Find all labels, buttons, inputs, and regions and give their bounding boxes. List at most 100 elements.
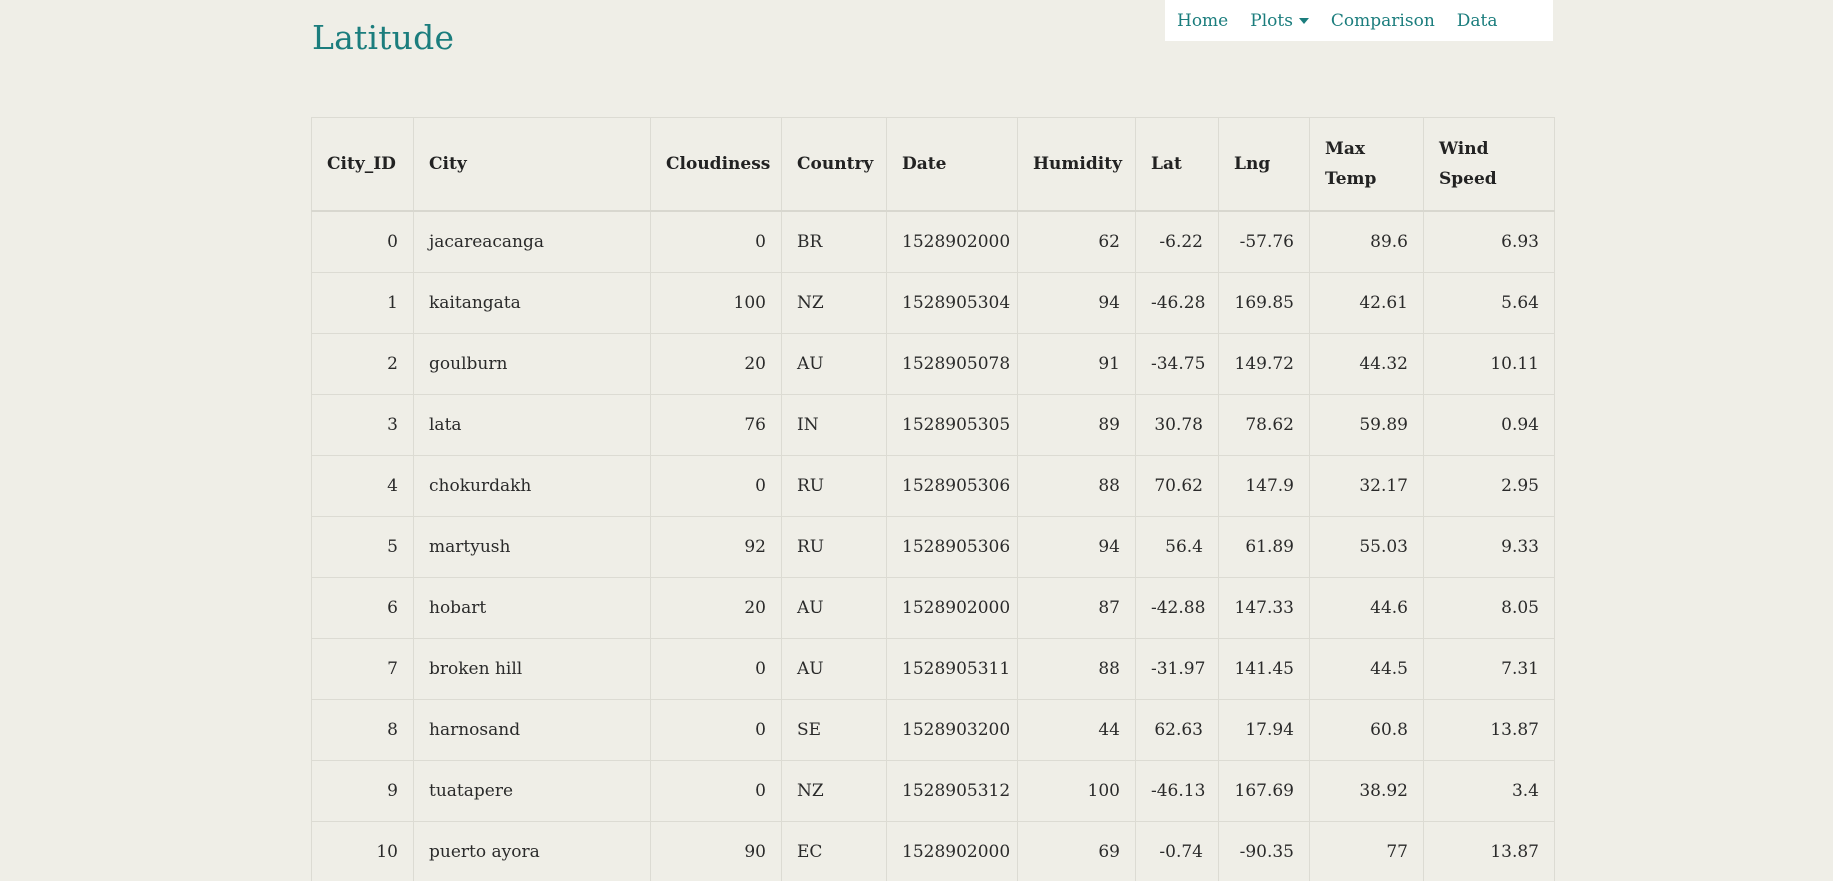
header-row: City_ID City Cloudiness Country Date Hum… [311,117,1555,212]
cell-lat: -42.88 [1135,577,1219,639]
cell-city-id: 8 [311,699,414,761]
cell-country: AU [781,638,887,700]
cell-country: AU [781,577,887,639]
cell-city-id: 5 [311,516,414,578]
cell-city-id: 6 [311,577,414,639]
navbar: Home Plots Comparison Data [1165,0,1553,41]
table-row: 3 lata 76 IN 1528905305 89 30.78 78.62 59.89 0.94 [311,394,1555,456]
cell-wind-speed: 8.05 [1423,577,1555,639]
cell-max-temp: 60.8 [1309,699,1424,761]
cell-lat: 70.62 [1135,455,1219,517]
cell-wind-speed: 9.33 [1423,516,1555,578]
cell-lng: 147.33 [1218,577,1310,639]
cell-city: goulburn [413,333,651,395]
nav-comparison-link[interactable]: Comparison [1331,11,1435,31]
cell-wind-speed: 0.94 [1423,394,1555,456]
cell-lat: -0.74 [1135,821,1219,881]
cell-max-temp: 42.61 [1309,272,1424,334]
cell-cloudiness: 100 [650,272,782,334]
cell-humidity: 100 [1017,760,1136,822]
table-row: 4 chokurdakh 0 RU 1528905306 88 70.62 147.9 32.1… [311,455,1555,517]
header-lat: Lat [1135,117,1219,212]
cell-city: lata [413,394,651,456]
cell-lng: 149.72 [1218,333,1310,395]
cell-date: 1528905306 [886,455,1018,517]
cell-wind-speed: 2.95 [1423,455,1555,517]
cell-city: kaitangata [413,272,651,334]
nav-data-link[interactable]: Data [1457,11,1498,31]
nav-comparison-label: Comparison [1330,10,1435,31]
cell-city: tuatapere [413,760,651,822]
cell-lng: 17.94 [1218,699,1310,761]
cell-max-temp: 38.92 [1309,760,1424,822]
nav-home-label: Home [1177,10,1229,31]
cell-city-id: 2 [311,333,414,395]
cell-country: SE [781,699,887,761]
cell-cloudiness: 20 [650,577,782,639]
header-max-temp: Max Temp [1309,117,1424,212]
cell-max-temp: 55.03 [1309,516,1424,578]
cell-wind-speed: 13.87 [1423,699,1555,761]
cell-max-temp: 89.6 [1309,210,1424,273]
cell-wind-speed: 6.93 [1423,210,1555,273]
cell-date: 1528905304 [886,272,1018,334]
cell-lng: 169.85 [1218,272,1310,334]
nav-plots-label: Plots [1250,10,1293,31]
cell-wind-speed: 10.11 [1423,333,1555,395]
cell-city-id: 0 [311,210,414,273]
cell-wind-speed: 5.64 [1423,272,1555,334]
cell-city-id: 1 [311,272,414,334]
cell-cloudiness: 90 [650,821,782,881]
header-country: Country [781,117,887,212]
cell-max-temp: 59.89 [1309,394,1424,456]
table-row: 1 kaitangata 100 NZ 1528905304 94 -46.28 169.85… [311,272,1555,334]
header-date: Date [886,117,1018,212]
cell-max-temp: 77 [1309,821,1424,881]
cell-country: NZ [781,272,887,334]
cell-cloudiness: 76 [650,394,782,456]
cell-lat: 30.78 [1135,394,1219,456]
cell-max-temp: 44.5 [1309,638,1424,700]
cell-country: BR [781,210,887,273]
cell-date: 1528902000 [886,210,1018,273]
cell-city: hobart [413,577,651,639]
cell-city-id: 10 [311,821,414,881]
caret-down-icon [1298,18,1309,24]
city-weather-table: City_ID City Cloudiness Country Date Hum… [311,117,1555,881]
cell-country: RU [781,455,887,517]
cell-humidity: 69 [1017,821,1136,881]
cell-humidity: 44 [1017,699,1136,761]
cell-lng: 78.62 [1218,394,1310,456]
cell-cloudiness: 0 [650,638,782,700]
cell-city-id: 3 [311,394,414,456]
table-row: 9 tuatapere 0 NZ 1528905312 100 -46.13 167.69 38… [311,760,1555,822]
cell-date: 1528905305 [886,394,1018,456]
cell-city: broken hill [413,638,651,700]
cell-lng: -57.76 [1218,210,1310,273]
cell-country: NZ [781,760,887,822]
cell-country: RU [781,516,887,578]
table-row: 0 jacareacanga 0 BR 1528902000 62 -6.22 -57.76 8… [311,210,1555,273]
cell-country: AU [781,333,887,395]
cell-city: puerto ayora [413,821,651,881]
nav-plots-dropdown[interactable]: Plots [1250,11,1309,31]
cell-cloudiness: 0 [650,699,782,761]
cell-lat: -46.28 [1135,272,1219,334]
table-row: 2 goulburn 20 AU 1528905078 91 -34.75 149.72 44.… [311,333,1555,395]
cell-date: 1528903200 [886,699,1018,761]
cell-max-temp: 44.6 [1309,577,1424,639]
nav-home-link[interactable]: Home [1177,11,1228,31]
cell-city: harnosand [413,699,651,761]
cell-wind-speed: 3.4 [1423,760,1555,822]
cell-humidity: 87 [1017,577,1136,639]
cell-wind-speed: 13.87 [1423,821,1555,881]
header-city-id: City_ID [311,117,414,212]
table-row: 6 hobart 20 AU 1528902000 87 -42.88 147.33 44.6 8… [311,577,1555,639]
cell-lat: -31.97 [1135,638,1219,700]
cell-lat: -34.75 [1135,333,1219,395]
table-row: 10 puerto ayora 90 EC 1528902000 69 -0.74 -90.3… [311,821,1555,881]
cell-city: chokurdakh [413,455,651,517]
cell-cloudiness: 0 [650,210,782,273]
cell-lng: 147.9 [1218,455,1310,517]
cell-city-id: 4 [311,455,414,517]
